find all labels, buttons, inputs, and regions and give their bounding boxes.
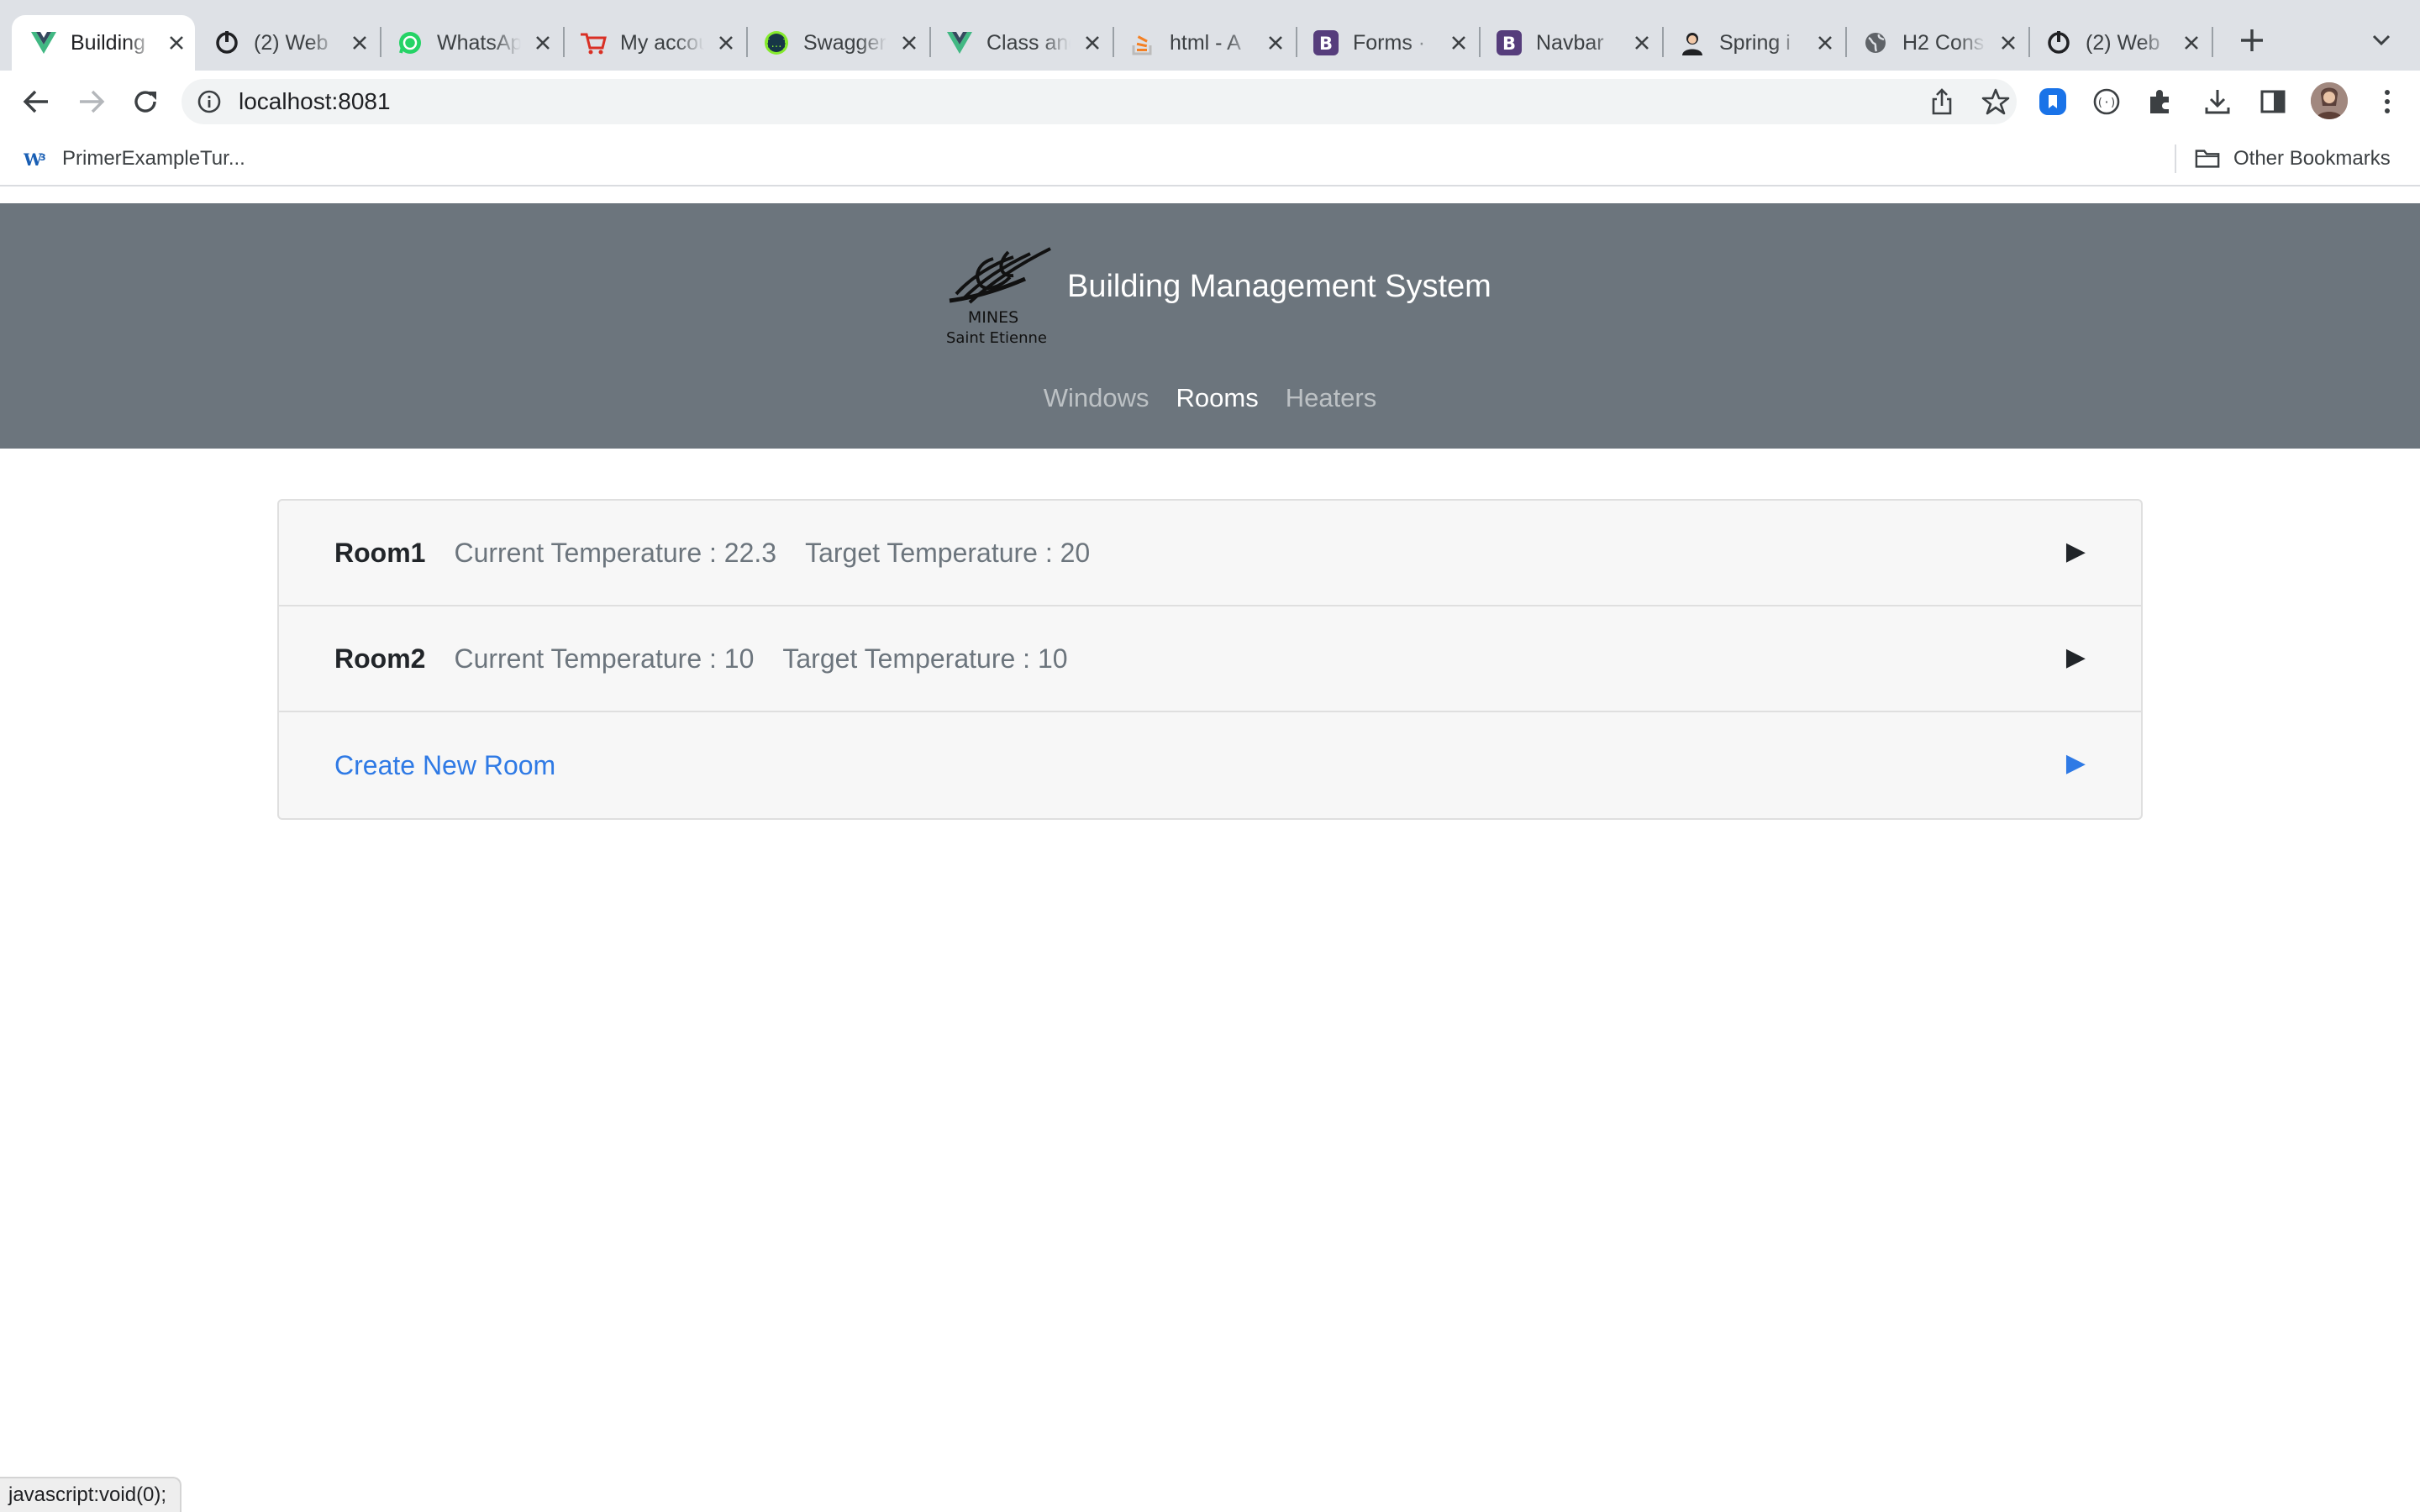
create-new-room-link[interactable]: Create New Room (334, 750, 555, 781)
download-icon[interactable] (2200, 84, 2235, 119)
app-title: Building Management System (1067, 269, 1491, 304)
puzzle-icon[interactable] (2143, 84, 2178, 119)
info-icon[interactable] (197, 89, 222, 114)
tab-strip: Building (2) Web WhatsApp My account {…}… (0, 0, 2420, 71)
tab-my-account[interactable]: My account (561, 15, 744, 71)
tab-building[interactable]: Building (12, 15, 195, 71)
logo-text-saint-etienne: Saint Etienne (946, 329, 1047, 347)
expand-arrow-icon[interactable]: ▶ (2066, 539, 2086, 564)
tab-spring[interactable]: Spring i (1660, 15, 1844, 71)
stackoverflow-icon (1129, 29, 1156, 56)
power-icon (2045, 29, 2072, 56)
star-icon[interactable] (1981, 87, 2010, 116)
svg-text:3: 3 (39, 152, 46, 163)
svg-text:B: B (1319, 34, 1333, 54)
room-row-room1[interactable]: Room1 Current Temperature : 22.3 Target … (279, 501, 2141, 606)
code-extension-icon[interactable]: (·) (2089, 84, 2124, 119)
bootstrap-icon: B (1313, 29, 1339, 56)
room-name: Room1 (334, 537, 426, 568)
current-temperature: Current Temperature : 10 (454, 643, 755, 674)
bookmark-divider (2175, 144, 2176, 173)
share-icon[interactable] (1928, 87, 1956, 116)
svg-text:{…}: {…} (764, 38, 789, 50)
room-list: Room1 Current Temperature : 22.3 Target … (277, 499, 2143, 820)
new-tab-button[interactable] (2235, 24, 2269, 57)
svg-text:B: B (1502, 34, 1516, 54)
profile-avatar[interactable] (2311, 82, 2348, 119)
bookmark-label: Other Bookmarks (2233, 147, 2391, 170)
swagger-icon: {…} (763, 29, 790, 56)
app-header: MINES Saint Etienne Building Management … (0, 203, 2420, 449)
more-menu-icon[interactable] (2370, 84, 2405, 119)
w3schools-icon: W3 (24, 146, 49, 171)
other-bookmarks[interactable]: Other Bookmarks (2195, 143, 2391, 175)
plus-icon (2241, 29, 2263, 51)
chevron-down-icon (2372, 34, 2391, 46)
tab-separator (2212, 27, 2213, 57)
expand-arrow-icon[interactable]: ▶ (2066, 645, 2086, 670)
cart-icon (580, 29, 607, 56)
arrow-right-icon (80, 90, 105, 113)
bookmarks-bar: W3 PrimerExampleTur... Other Bookmarks (0, 131, 2420, 186)
mines-saint-etienne-logo[interactable]: MINES Saint Etienne (941, 239, 1059, 349)
tab-navbar[interactable]: B Navbar (1477, 15, 1660, 71)
address-bar[interactable]: localhost:8081 (182, 79, 2017, 124)
current-temperature: Current Temperature : 22.3 (454, 537, 777, 568)
side-panel-icon[interactable] (2255, 84, 2291, 119)
bookmark-primer[interactable]: W3 PrimerExampleTur... (24, 143, 245, 175)
bookmark-label: PrimerExampleTur... (62, 147, 245, 170)
close-icon[interactable] (1630, 31, 1654, 55)
close-icon[interactable] (2180, 31, 2203, 55)
tab-html-a[interactable]: html - A (1111, 15, 1294, 71)
tab-h2-console[interactable]: H2 Cons (1844, 15, 2027, 71)
nav-link-windows[interactable]: Windows (1044, 383, 1150, 413)
svg-text:(·): (·) (2096, 97, 2116, 109)
nav-link-rooms[interactable]: Rooms (1176, 383, 1259, 413)
room-name: Room2 (334, 643, 426, 674)
expand-arrow-icon[interactable]: ▶ (2066, 751, 2086, 776)
close-icon[interactable] (1447, 31, 1470, 55)
close-icon[interactable] (714, 31, 738, 55)
tab-forms[interactable]: B Forms · (1294, 15, 1477, 71)
vue-icon (30, 29, 57, 56)
close-icon[interactable] (165, 31, 188, 55)
bookmark-extension-icon[interactable] (2035, 84, 2070, 119)
forward-button[interactable] (74, 84, 109, 119)
create-room-row[interactable]: Create New Room ▶ (279, 712, 2141, 818)
globe-icon (1862, 29, 1889, 56)
url-text[interactable]: localhost:8081 (239, 88, 391, 115)
tab-class-and[interactable]: Class and (928, 15, 1111, 71)
power-icon (213, 29, 240, 56)
tab-whatsapp[interactable]: WhatsApp (378, 15, 561, 71)
tab-search-button[interactable] (2366, 25, 2396, 55)
status-bubble: javascript:void(0); (0, 1477, 182, 1512)
close-icon[interactable] (1081, 31, 1104, 55)
target-temperature: Target Temperature : 10 (782, 643, 1068, 674)
reload-button[interactable] (128, 84, 163, 119)
main-nav: Windows Rooms Heaters (0, 383, 2420, 413)
tab-swagger[interactable]: {…} Swagger (744, 15, 928, 71)
browser-toolbar: localhost:8081 (·) (0, 71, 2420, 131)
close-icon[interactable] (348, 31, 371, 55)
room-row-room2[interactable]: Room2 Current Temperature : 10 Target Te… (279, 606, 2141, 712)
whatsapp-icon (397, 29, 424, 56)
arrow-left-icon (23, 90, 48, 113)
tab-web-1[interactable]: (2) Web (195, 15, 378, 71)
folder-icon (2195, 146, 2220, 171)
close-icon[interactable] (897, 31, 921, 55)
close-icon[interactable] (1813, 31, 1837, 55)
close-icon[interactable] (1996, 31, 2020, 55)
vue-icon (946, 29, 973, 56)
spring-avatar-icon (1679, 29, 1706, 56)
close-icon[interactable] (531, 31, 555, 55)
tab-web-2[interactable]: (2) Web (2027, 15, 2210, 71)
nav-link-heaters[interactable]: Heaters (1286, 383, 1377, 413)
bootstrap-icon: B (1496, 29, 1523, 56)
target-temperature: Target Temperature : 20 (805, 537, 1091, 568)
reload-icon (134, 91, 156, 113)
logo-text-mines: MINES (968, 308, 1018, 327)
back-button[interactable] (18, 84, 54, 119)
close-icon[interactable] (1264, 31, 1287, 55)
